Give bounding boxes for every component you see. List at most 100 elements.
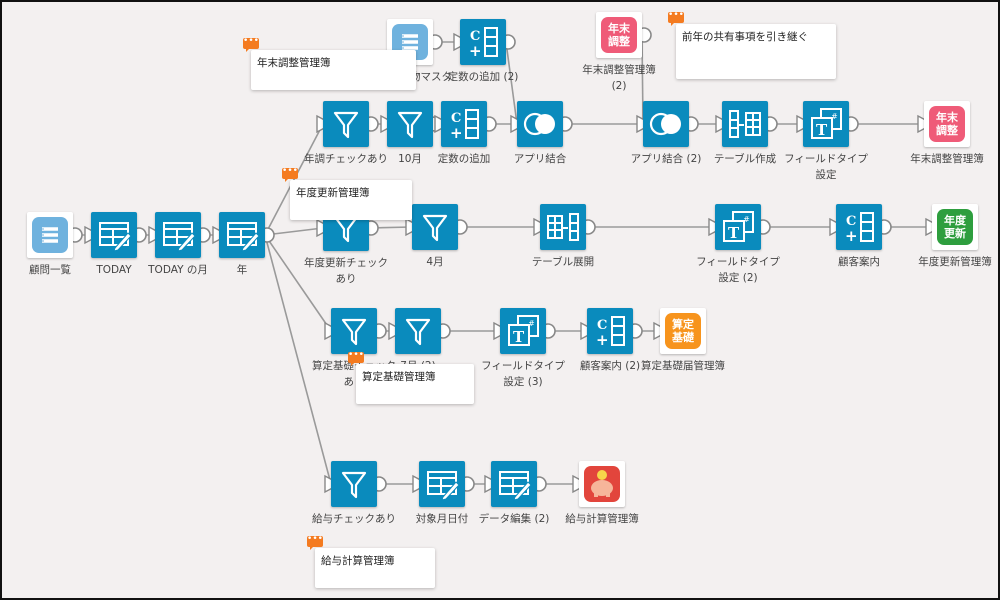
node-tile[interactable] <box>517 101 563 147</box>
svg-text:T: T <box>816 121 828 139</box>
node-label: フィールドタイプ設定 (2) <box>696 256 780 284</box>
node-tile[interactable] <box>387 101 433 147</box>
piggy-bank-icon <box>584 466 620 502</box>
node-filter[interactable]: 給与チェックあり <box>312 461 396 525</box>
node-app[interactable]: 年度 更新 年度更新管理簿 <box>918 204 992 268</box>
node-tile[interactable] <box>155 212 201 258</box>
node-app[interactable]: 顧問一覧 <box>27 212 73 276</box>
app-logo: 年末 調整 <box>601 17 637 53</box>
node-tile[interactable] <box>331 308 377 354</box>
comment-icon[interactable]: ••• <box>348 351 364 366</box>
app-logo: 年末 調整 <box>929 106 965 142</box>
comment-text: 給与計算管理簿 <box>321 555 395 567</box>
node-tile[interactable] <box>722 101 768 147</box>
node-tile[interactable] <box>219 212 265 258</box>
node-app[interactable]: 年末 調整年末調整管理簿 (2) <box>582 12 656 92</box>
node-label: 4月 <box>426 256 444 268</box>
node-tile[interactable]: C + <box>460 19 506 65</box>
node-app[interactable]: 算定 基礎算定基礎届管理簿 <box>641 308 725 372</box>
svg-text:+: + <box>469 42 482 60</box>
comment-text: 前年の共有事項を引き継ぐ <box>682 31 808 43</box>
node-label: アプリ結合 (2) <box>630 153 702 165</box>
node-edit[interactable]: 年 <box>219 212 265 276</box>
node-filter[interactable]: 4月 <box>412 204 458 268</box>
node-filter[interactable]: 算定基礎チェックあり <box>312 308 396 388</box>
app-logo: 算定 基礎 <box>665 313 701 349</box>
node-tile[interactable] <box>395 308 441 354</box>
node-tile[interactable]: C + <box>441 101 487 147</box>
node-edit[interactable]: 対象月日付 <box>416 461 468 525</box>
node-label: テーブル作成 <box>713 153 777 165</box>
node-label: アプリ結合 <box>513 153 567 165</box>
node-label: 年 <box>236 264 248 276</box>
comment-icon[interactable]: ••• <box>668 11 684 26</box>
node-edit[interactable]: TODAY の月 <box>148 212 208 276</box>
comment-icon[interactable]: ••• <box>243 37 259 52</box>
app-tile[interactable] <box>579 461 625 507</box>
node-tableexpand[interactable]: テーブル展開 <box>532 204 594 268</box>
comment-text: 年末調整管理簿 <box>257 57 331 69</box>
list-icon <box>32 217 68 253</box>
node-edit[interactable]: データ編集 (2) <box>479 461 549 525</box>
node-fieldtype[interactable]: # T フィールドタイプ設定 <box>784 101 868 181</box>
node-tablecreate[interactable]: テーブル作成 <box>714 101 776 165</box>
app-tile[interactable] <box>27 212 73 258</box>
comment-note[interactable]: ••• 算定基礎管理簿 <box>348 351 474 404</box>
node-app[interactable]: 年末 調整 年末調整管理簿 <box>910 101 984 165</box>
node-label: 算定基礎届管理簿 <box>641 360 725 372</box>
app-tile[interactable]: 年末 調整 <box>924 101 970 147</box>
app-logo: 年度 更新 <box>937 209 973 245</box>
node-app[interactable]: 給与計算管理簿 <box>565 461 639 525</box>
node-fieldtype[interactable]: # T フィールドタイプ設定 (3) <box>481 308 565 388</box>
node-label: フィールドタイプ設定 <box>784 153 868 181</box>
node-label: 年度更新チェックあり <box>304 257 388 285</box>
svg-text:+: + <box>596 331 609 349</box>
svg-text:+: + <box>845 227 858 245</box>
node-tile[interactable] <box>491 461 537 507</box>
comment-text: 算定基礎管理簿 <box>362 371 436 383</box>
node-tile[interactable] <box>540 204 586 250</box>
node-label: 給与計算管理簿 <box>565 513 639 525</box>
comment-note[interactable]: ••• 年度更新管理簿 <box>282 167 412 220</box>
node-edit[interactable]: TODAY <box>91 212 137 276</box>
node-tile[interactable] <box>91 212 137 258</box>
comment-note[interactable]: ••• 年末調整管理簿 <box>243 37 416 90</box>
node-const[interactable]: C + 顧客案内 <box>836 204 882 268</box>
node-filter[interactable]: 7月 (2) <box>395 308 441 372</box>
comment-icon[interactable]: ••• <box>307 535 323 550</box>
node-tile[interactable]: # T <box>803 101 849 147</box>
node-tile[interactable]: C + <box>836 204 882 250</box>
node-label: 顧客案内 <box>838 256 880 268</box>
node-tile[interactable]: C + <box>587 308 633 354</box>
app-tile[interactable]: 年末 調整 <box>596 12 642 58</box>
node-tile[interactable] <box>331 461 377 507</box>
app-tile[interactable]: 算定 基礎 <box>660 308 706 354</box>
comment-text: 年度更新管理簿 <box>296 187 370 199</box>
node-const[interactable]: C + 定数の追加 (2) <box>448 19 518 83</box>
node-label: データ編集 (2) <box>478 513 550 525</box>
node-filter[interactable]: 年調チェックあり <box>304 101 388 165</box>
node-join[interactable]: アプリ結合 <box>514 101 566 165</box>
node-tile[interactable]: # T <box>715 204 761 250</box>
node-tile[interactable] <box>643 101 689 147</box>
node-label: 年末調整管理簿 (2) <box>582 64 656 92</box>
node-const[interactable]: C + 定数の追加 <box>438 101 490 165</box>
node-label: フィールドタイプ設定 (3) <box>481 360 565 388</box>
flow-canvas[interactable]: 顧問一覧 TODAY TODAY の月年 年調チェックあり 10月 C + 定数の追加アプリ結… <box>0 0 1000 600</box>
node-tile[interactable]: # T <box>500 308 546 354</box>
node-label: テーブル展開 <box>531 256 595 268</box>
node-join[interactable]: アプリ結合 (2) <box>631 101 701 165</box>
node-const[interactable]: C + 顧客案内 (2) <box>580 308 640 372</box>
node-tile[interactable] <box>412 204 458 250</box>
app-tile[interactable]: 年度 更新 <box>932 204 978 250</box>
node-fieldtype[interactable]: # T フィールドタイプ設定 (2) <box>696 204 780 284</box>
comment-icon[interactable]: ••• <box>282 167 298 182</box>
comment-note[interactable]: ••• 前年の共有事項を引き継ぐ <box>668 11 836 79</box>
node-filter[interactable]: 10月 <box>387 101 433 165</box>
svg-text:T: T <box>728 224 740 242</box>
node-tile[interactable] <box>419 461 465 507</box>
comment-note[interactable]: ••• 給与計算管理簿 <box>307 535 435 588</box>
node-label: 定数の追加 (2) <box>447 71 519 83</box>
node-tile[interactable] <box>323 101 369 147</box>
svg-text:+: + <box>450 124 463 142</box>
